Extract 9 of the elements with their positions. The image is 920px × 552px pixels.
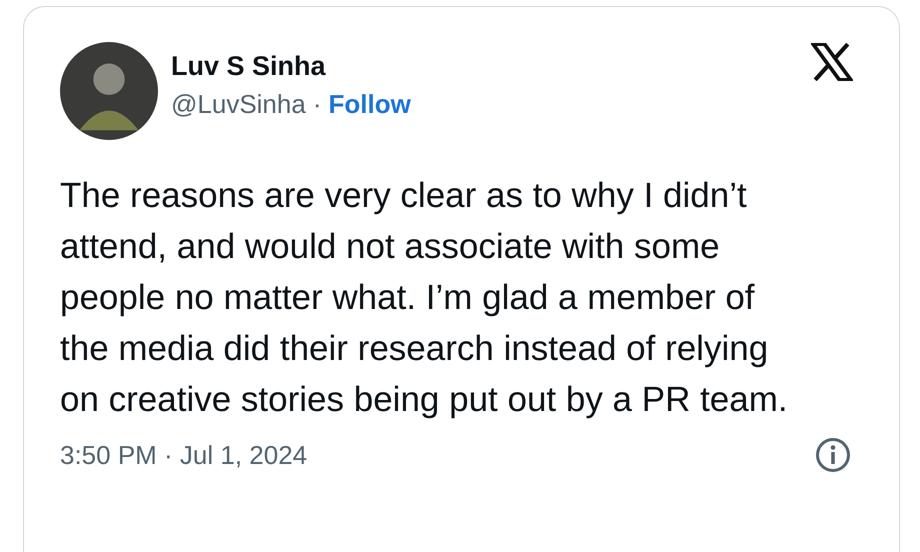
separator: · <box>312 89 322 120</box>
timestamp[interactable]: 3:50 PM · Jul 1, 2024 <box>60 440 308 470</box>
author-name[interactable]: Luv S Sinha <box>171 49 811 83</box>
avatar[interactable] <box>60 42 158 140</box>
tweet-text: The reasons are very clear as to why I didn’t attend, and would not associate with some people no matter what. I’m glad a member of the media did their research instead of relying on creative stories being put out by a PR team. <box>60 175 789 421</box>
x-logo-icon[interactable] <box>811 43 853 81</box>
info-icon[interactable] <box>815 437 851 473</box>
author-handle[interactable]: @LuvSinha <box>171 89 306 120</box>
follow-link[interactable]: Follow <box>328 89 411 120</box>
